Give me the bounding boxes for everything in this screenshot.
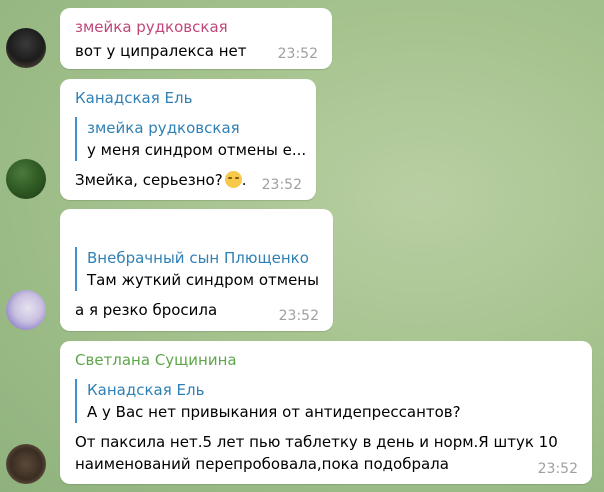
sender-name[interactable]: Канадская Ель xyxy=(75,89,192,107)
message-time: 23:52 xyxy=(277,46,318,62)
avatar[interactable] xyxy=(6,444,46,484)
message-text-body: Змейка, серьезно? xyxy=(75,171,223,189)
message-time: 23:52 xyxy=(537,461,578,477)
message-text-line-1: От паксила нет.5 лет пью таблетку в день… xyxy=(75,433,558,451)
message-text: Змейка, серьезно?. xyxy=(75,171,246,189)
message-bubble[interactable]: Канадская Ель змейка рудковская у меня с… xyxy=(60,79,316,200)
reply-quote[interactable]: Внебрачный сын Плющенко Там жуткий синдр… xyxy=(75,247,319,291)
reply-text: Там жуткий синдром отмены xyxy=(87,271,319,289)
reply-quote[interactable]: змейка рудковская у меня синдром отмены … xyxy=(75,117,306,161)
message-bubble[interactable]: Светлана Сущинина Канадская Ель А у Вас … xyxy=(60,341,592,484)
reply-text: А у Вас нет привыкания от антидепрессант… xyxy=(87,403,461,421)
reply-sender: Канадская Ель xyxy=(87,381,205,399)
message-text-line-2: наименований перепробовала,пока подобрал… xyxy=(75,455,449,473)
avatar[interactable] xyxy=(6,159,46,199)
chat-history[interactable]: змейка рудковская вот у ципралекса нет 2… xyxy=(0,0,604,492)
reply-quote[interactable]: Канадская Ель А у Вас нет привыкания от … xyxy=(75,379,461,423)
avatar[interactable] xyxy=(6,28,46,68)
reply-sender: змейка рудковская xyxy=(87,119,240,137)
message-text-suffix: . xyxy=(241,171,247,189)
sender-name[interactable]: змейка рудковская xyxy=(75,18,228,36)
reply-sender: Внебрачный сын Плющенко xyxy=(87,249,309,267)
sender-name[interactable]: Светлана Сущинина xyxy=(75,351,237,369)
avatar[interactable] xyxy=(6,290,46,330)
message-time: 23:52 xyxy=(278,308,319,324)
message-text: а я резко бросила xyxy=(75,301,218,319)
message-time: 23:52 xyxy=(261,177,302,193)
message-bubble[interactable]: Внебрачный сын Плющенко Там жуткий синдр… xyxy=(60,209,333,331)
reply-text: у меня синдром отмены е... xyxy=(87,141,307,159)
message-text: вот у ципралекса нет xyxy=(75,42,247,60)
pensive-face-icon xyxy=(224,171,242,188)
message-bubble[interactable]: змейка рудковская вот у ципралекса нет 2… xyxy=(60,8,332,69)
